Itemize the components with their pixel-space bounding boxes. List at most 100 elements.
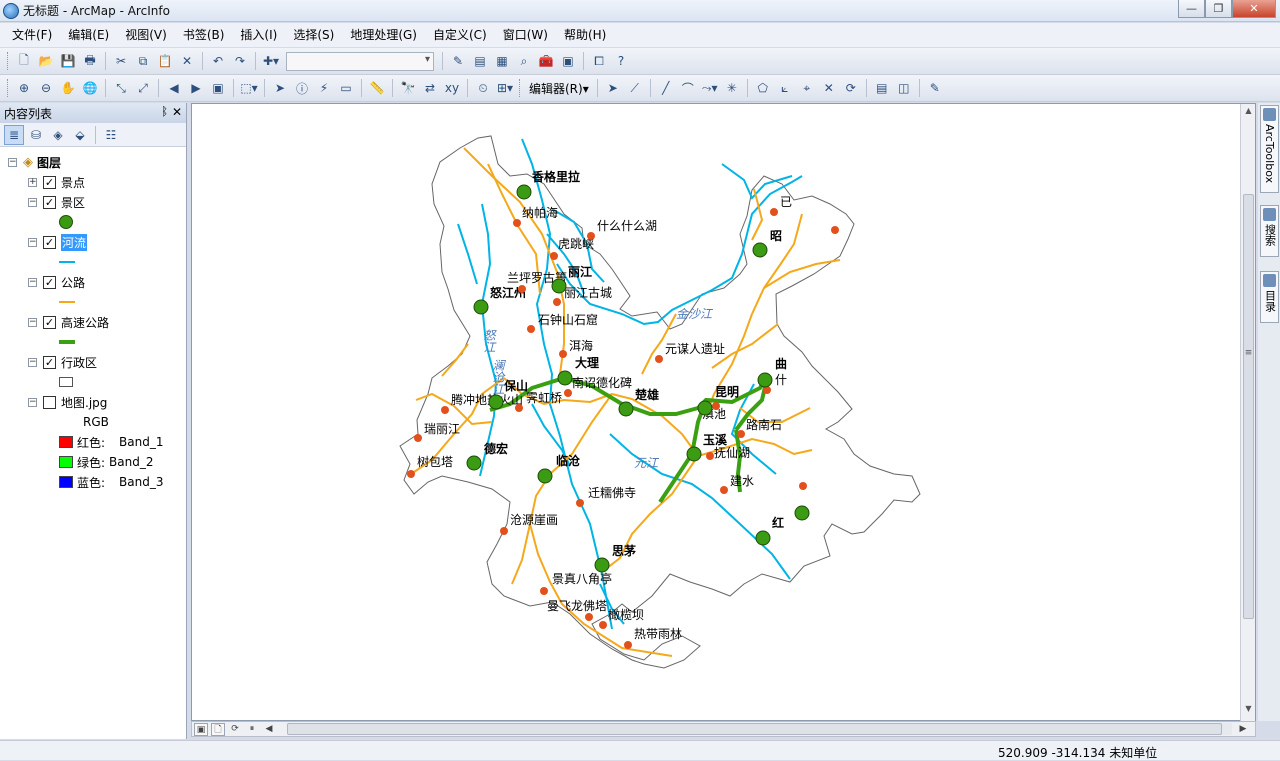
select-features-icon[interactable]: ⬚▾: [239, 78, 259, 98]
create-features-icon[interactable]: ✎: [925, 78, 945, 98]
split-icon[interactable]: ✕: [819, 78, 839, 98]
menu-edit[interactable]: 编辑(E): [60, 25, 117, 45]
full-extent-globe-icon[interactable]: 🌐: [80, 78, 100, 98]
scroll-down-arrow-icon[interactable]: ▼: [1241, 704, 1256, 718]
rotate-icon[interactable]: ⟳: [841, 78, 861, 98]
edit-annotation-icon[interactable]: ⟋: [625, 78, 645, 98]
collapse-icon[interactable]: −: [28, 317, 37, 327]
layer-visibility-checkbox[interactable]: ✓: [43, 175, 56, 189]
create-viewer-icon[interactable]: ⊞▾: [495, 78, 515, 98]
whats-this-help-icon[interactable]: ?: [611, 51, 631, 71]
green-band-swatch[interactable]: [59, 456, 73, 468]
layer-symbol-row[interactable]: [59, 373, 73, 391]
menu-customize[interactable]: 自定义(C): [425, 25, 495, 45]
collapse-icon[interactable]: −: [28, 357, 37, 367]
catalog-window-icon[interactable]: ▦: [492, 51, 512, 71]
model-builder-icon[interactable]: ⧠: [589, 51, 609, 71]
toc-layer-row[interactable]: − ✓ 河流: [28, 233, 88, 251]
new-document-icon[interactable]: 🗋: [14, 51, 34, 71]
time-slider-icon[interactable]: ⏲: [473, 78, 493, 98]
toolbar-grip[interactable]: [519, 79, 522, 97]
layer-symbol-row[interactable]: [59, 253, 75, 271]
raster-band-row[interactable]: 红色: Band_1: [59, 433, 164, 451]
find-route-icon[interactable]: ⇄: [420, 78, 440, 98]
highway-line-symbol-icon[interactable]: [59, 340, 75, 344]
collapse-icon[interactable]: −: [28, 197, 37, 207]
menu-view[interactable]: 视图(V): [117, 25, 175, 45]
arctoolbox-icon[interactable]: 🧰: [536, 51, 556, 71]
fixed-zoom-in-icon[interactable]: ⤡: [111, 78, 131, 98]
zoom-in-icon[interactable]: ⊕: [14, 78, 34, 98]
select-elements-arrow-icon[interactable]: ➤: [270, 78, 290, 98]
find-binoculars-icon[interactable]: 🔭: [398, 78, 418, 98]
paste-icon[interactable]: 📋: [155, 51, 175, 71]
layer-symbol-row[interactable]: [59, 293, 75, 311]
print-icon[interactable]: 🖶: [80, 51, 100, 71]
trace-icon[interactable]: ⤳▾: [700, 78, 720, 98]
end-point-arc-icon[interactable]: ⌒: [678, 78, 698, 98]
table-of-contents-icon[interactable]: ▤: [470, 51, 490, 71]
minimize-button[interactable]: —: [1178, 0, 1205, 18]
arctoolbox-tab[interactable]: ArcToolbox: [1260, 105, 1279, 193]
python-window-icon[interactable]: ▣: [558, 51, 578, 71]
redo-icon[interactable]: ↷: [230, 51, 250, 71]
expand-icon[interactable]: +: [28, 177, 37, 187]
menu-bookmarks[interactable]: 书签(B): [175, 25, 233, 45]
toc-layer-row[interactable]: − ✓ 景区: [28, 193, 85, 211]
list-by-visibility-icon[interactable]: ◈: [48, 125, 68, 145]
collapse-icon[interactable]: −: [28, 277, 37, 287]
scroll-left-arrow-icon[interactable]: ◀: [262, 723, 276, 736]
data-view-icon[interactable]: ▣: [194, 722, 208, 736]
blue-band-swatch[interactable]: [59, 476, 73, 488]
menu-help[interactable]: 帮助(H): [556, 25, 614, 45]
list-by-selection-icon[interactable]: ⬙: [70, 125, 90, 145]
layout-view-icon[interactable]: 🗋: [211, 722, 225, 736]
road-line-symbol-icon[interactable]: [59, 301, 75, 303]
toc-layer-row[interactable]: − ✓ 行政区: [28, 353, 97, 371]
layer-visibility-checkbox[interactable]: [43, 395, 56, 409]
identify-icon[interactable]: ⓘ: [292, 78, 312, 98]
edit-vertices-icon[interactable]: ⬠: [753, 78, 773, 98]
map-display[interactable]: 香格里拉 丽江 怒江州 大理 保山 楚雄 昆明 曲 昭 玉溪 德宏 临沧 红 思…: [191, 103, 1256, 721]
layout-icon[interactable]: ▣: [208, 78, 228, 98]
html-popup-icon[interactable]: ▭: [336, 78, 356, 98]
search-window-icon[interactable]: ⌕: [514, 51, 534, 71]
toc-layer-row[interactable]: − ✓ 公路: [28, 273, 85, 291]
collapse-icon[interactable]: −: [28, 397, 37, 407]
sketch-properties-icon[interactable]: ◫: [894, 78, 914, 98]
collapse-icon[interactable]: −: [28, 237, 37, 247]
toolbar-grip[interactable]: [7, 52, 10, 70]
polygon-symbol-icon[interactable]: [59, 377, 73, 387]
layer-visibility-checkbox[interactable]: ✓: [43, 315, 56, 329]
hyperlink-icon[interactable]: ⚡: [314, 78, 334, 98]
menu-insert[interactable]: 插入(I): [232, 25, 285, 45]
layer-symbol-row[interactable]: [59, 333, 75, 351]
close-icon[interactable]: ✕: [172, 105, 182, 119]
menu-geoprocessing[interactable]: 地理处理(G): [342, 25, 425, 45]
menu-selection[interactable]: 选择(S): [285, 25, 342, 45]
toc-options-icon[interactable]: ☷: [101, 125, 121, 145]
raster-band-row[interactable]: 绿色: Band_2: [59, 453, 154, 471]
layer-visibility-checkbox[interactable]: ✓: [43, 235, 56, 249]
cut-icon[interactable]: ✂: [111, 51, 131, 71]
delete-icon[interactable]: ✕: [177, 51, 197, 71]
undo-icon[interactable]: ↶: [208, 51, 228, 71]
layers-root-row[interactable]: − ◈ 图层: [8, 153, 61, 171]
river-line-symbol-icon[interactable]: [59, 261, 75, 263]
toc-layer-row[interactable]: − 地图.jpg: [28, 393, 107, 411]
fixed-zoom-out-icon[interactable]: ⤢: [133, 78, 153, 98]
green-dot-symbol-icon[interactable]: [59, 215, 73, 229]
point-icon[interactable]: ✳: [722, 78, 742, 98]
red-band-swatch[interactable]: [59, 436, 73, 448]
scroll-up-arrow-icon[interactable]: ▲: [1241, 106, 1256, 120]
back-extent-icon[interactable]: ◀: [164, 78, 184, 98]
toc-layer-row[interactable]: − ✓ 高速公路: [28, 313, 109, 331]
cut-polygons-icon[interactable]: ⌖: [797, 78, 817, 98]
forward-extent-icon[interactable]: ▶: [186, 78, 206, 98]
map-scale-combo[interactable]: [286, 51, 434, 71]
pin-icon[interactable]: ᛔ: [161, 105, 168, 118]
layer-visibility-checkbox[interactable]: ✓: [43, 355, 56, 369]
save-icon[interactable]: 💾: [58, 51, 78, 71]
add-data-icon[interactable]: ✚▾: [261, 51, 281, 71]
editor-menu[interactable]: 编辑器(R)▾: [525, 80, 593, 97]
